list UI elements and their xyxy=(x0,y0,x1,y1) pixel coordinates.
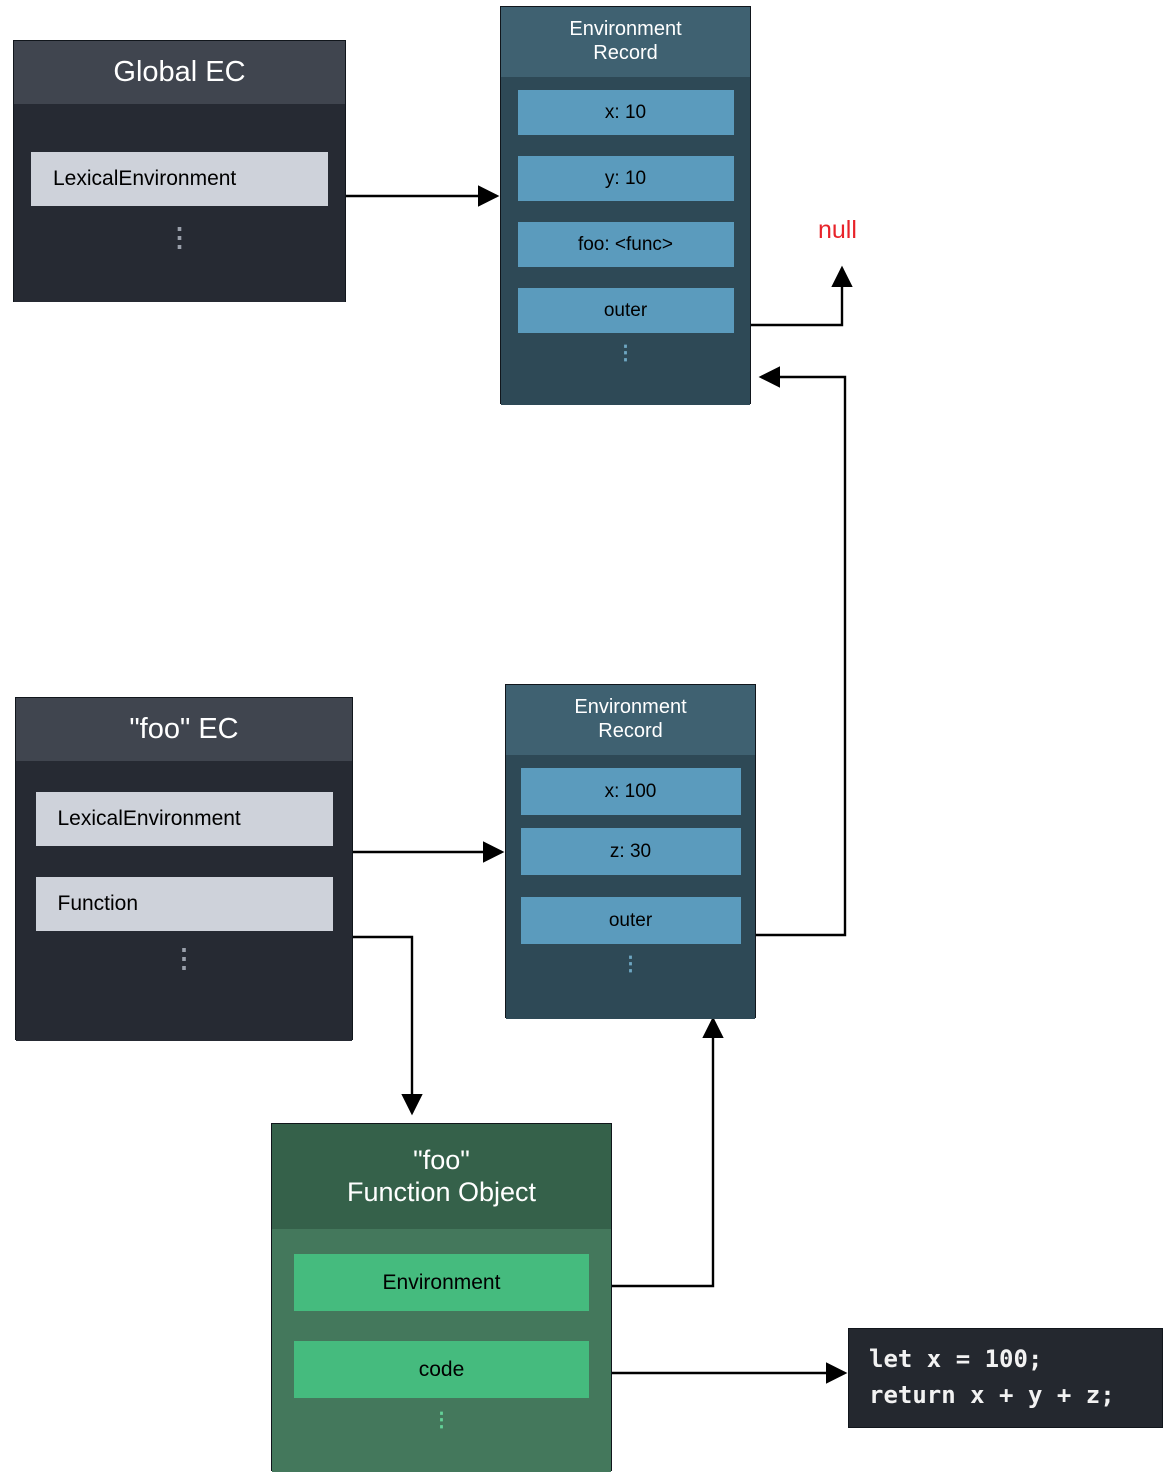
slot-label: z: 30 xyxy=(609,840,652,862)
foo-ec-ellipsis: ⋮ xyxy=(171,943,197,973)
function-code-box: let x = 100; return x + y + z; xyxy=(848,1328,1163,1428)
slot-environment[interactable]: Environment xyxy=(294,1254,589,1311)
binding-outer[interactable]: outer xyxy=(517,288,734,333)
slot-label: code xyxy=(418,1357,465,1381)
binding-foo[interactable]: foo: <func> xyxy=(517,222,734,267)
foo-ec-title: "foo" EC xyxy=(16,698,352,761)
slot-label: LexicalEnvironment xyxy=(57,807,241,830)
slot-label: foo: <func> xyxy=(577,233,674,255)
global-environment-record-box[interactable]: Environment Record x: 10 y: 10 foo: <fun… xyxy=(500,6,751,405)
foo-environment-record-body: x: 100 z: 30 outer ⋮ xyxy=(506,755,755,1019)
slot-label: outer xyxy=(603,299,648,321)
binding-x[interactable]: x: 100 xyxy=(520,768,741,815)
slot-label: y: 10 xyxy=(604,167,647,189)
global-ec-title: Global EC xyxy=(14,41,345,104)
slot-label: Function xyxy=(57,892,139,915)
null-label: null xyxy=(818,216,857,244)
binding-y[interactable]: y: 10 xyxy=(517,156,734,201)
foo-function-object-body: Environment code ⋮ xyxy=(272,1229,611,1472)
global-ec-box[interactable]: Global EC LexicalEnvironment ⋮ xyxy=(13,40,346,302)
slot-label: Environment xyxy=(382,1270,501,1294)
slot-code[interactable]: code xyxy=(294,1341,589,1398)
foo-function-object-title: "foo" Function Object xyxy=(272,1124,611,1229)
foo-ec-body: LexicalEnvironment Function ⋮ xyxy=(16,761,352,1041)
foo-ec-box[interactable]: "foo" EC LexicalEnvironment Function ⋮ xyxy=(15,697,353,1041)
global-ec-body: LexicalEnvironment ⋮ xyxy=(14,104,345,302)
foo-environment-record-box[interactable]: Environment Record x: 100 z: 30 outer ⋮ xyxy=(505,684,756,1019)
foo-function-object-box[interactable]: "foo" Function Object Environment code ⋮ xyxy=(271,1123,612,1472)
foo-environment-record-title: Environment Record xyxy=(506,685,755,755)
binding-z[interactable]: z: 30 xyxy=(520,828,741,875)
global-environment-record-title: Environment Record xyxy=(501,7,750,77)
binding-outer[interactable]: outer xyxy=(520,897,741,944)
global-ec-ellipsis: ⋮ xyxy=(166,222,193,252)
slot-label: x: 10 xyxy=(604,101,647,123)
slot-label: x: 100 xyxy=(604,780,657,802)
slot-label: LexicalEnvironment xyxy=(53,167,237,190)
global-environment-record-ellipsis: ⋮ xyxy=(615,342,636,364)
binding-x[interactable]: x: 10 xyxy=(517,90,734,135)
slot-lexical-environment[interactable]: LexicalEnvironment xyxy=(35,792,333,846)
slot-function[interactable]: Function xyxy=(35,877,333,931)
foo-function-object-ellipsis: ⋮ xyxy=(431,1409,452,1431)
slot-label: outer xyxy=(608,909,653,931)
slot-lexical-environment[interactable]: LexicalEnvironment xyxy=(31,152,328,206)
global-environment-record-body: x: 10 y: 10 foo: <func> outer ⋮ xyxy=(501,77,750,405)
foo-environment-record-ellipsis: ⋮ xyxy=(620,953,641,975)
